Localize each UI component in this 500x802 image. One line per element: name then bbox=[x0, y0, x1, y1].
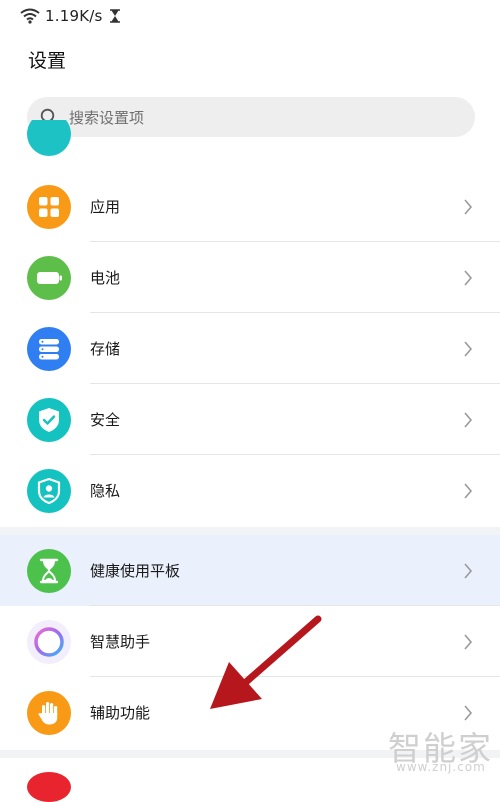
hourglass-icon bbox=[110, 9, 120, 23]
watermark-url: www.znj.com bbox=[396, 760, 486, 774]
wifi-icon bbox=[20, 8, 40, 24]
search-input[interactable] bbox=[67, 97, 471, 139]
status-bar: 1.19K/s bbox=[0, 0, 500, 32]
settings-item-label: 电池 bbox=[90, 269, 121, 287]
scrolled-item-icon bbox=[27, 772, 71, 802]
chevron-right-icon bbox=[464, 341, 473, 357]
battery-icon bbox=[27, 256, 71, 300]
privacy-shield-icon bbox=[27, 469, 71, 513]
settings-item-smart-assistant[interactable]: 智慧助手 bbox=[0, 606, 500, 677]
page-title: 设置 bbox=[28, 50, 67, 72]
settings-item-label: 辅助功能 bbox=[90, 704, 151, 722]
hand-icon bbox=[27, 691, 71, 735]
network-speed: 1.19K/s bbox=[45, 7, 103, 25]
settings-item-label: 安全 bbox=[90, 411, 121, 429]
settings-item-privacy[interactable]: 隐私 bbox=[0, 455, 500, 526]
search-bar[interactable] bbox=[27, 97, 475, 139]
group-separator bbox=[0, 527, 500, 535]
chevron-right-icon bbox=[464, 483, 473, 499]
settings-item-security[interactable]: 安全 bbox=[0, 384, 500, 455]
chevron-right-icon bbox=[464, 412, 473, 428]
hourglass-icon bbox=[27, 549, 71, 593]
storage-icon bbox=[27, 327, 71, 371]
settings-item-digital-balance[interactable]: 健康使用平板 bbox=[0, 535, 500, 606]
settings-list: 应用 电池 存储 安全 隐私 健康使用平板 智慧助手 辅助功能 bbox=[0, 140, 500, 785]
chevron-right-icon bbox=[464, 270, 473, 286]
settings-item-battery[interactable]: 电池 bbox=[0, 242, 500, 313]
settings-item-label: 存储 bbox=[90, 340, 121, 358]
chevron-right-icon bbox=[464, 563, 473, 579]
chevron-right-icon bbox=[464, 199, 473, 215]
settings-item-storage[interactable]: 存储 bbox=[0, 313, 500, 384]
settings-item-label: 健康使用平板 bbox=[90, 562, 181, 580]
chevron-right-icon bbox=[464, 705, 473, 721]
assistant-ring-icon bbox=[27, 620, 71, 664]
shield-check-icon bbox=[27, 398, 71, 442]
chevron-right-icon bbox=[464, 634, 473, 650]
settings-item-label: 应用 bbox=[90, 198, 121, 216]
apps-icon bbox=[27, 185, 71, 229]
settings-item-label: 智慧助手 bbox=[90, 633, 151, 651]
settings-item-label: 隐私 bbox=[90, 482, 121, 500]
settings-item-apps[interactable]: 应用 bbox=[0, 171, 500, 242]
